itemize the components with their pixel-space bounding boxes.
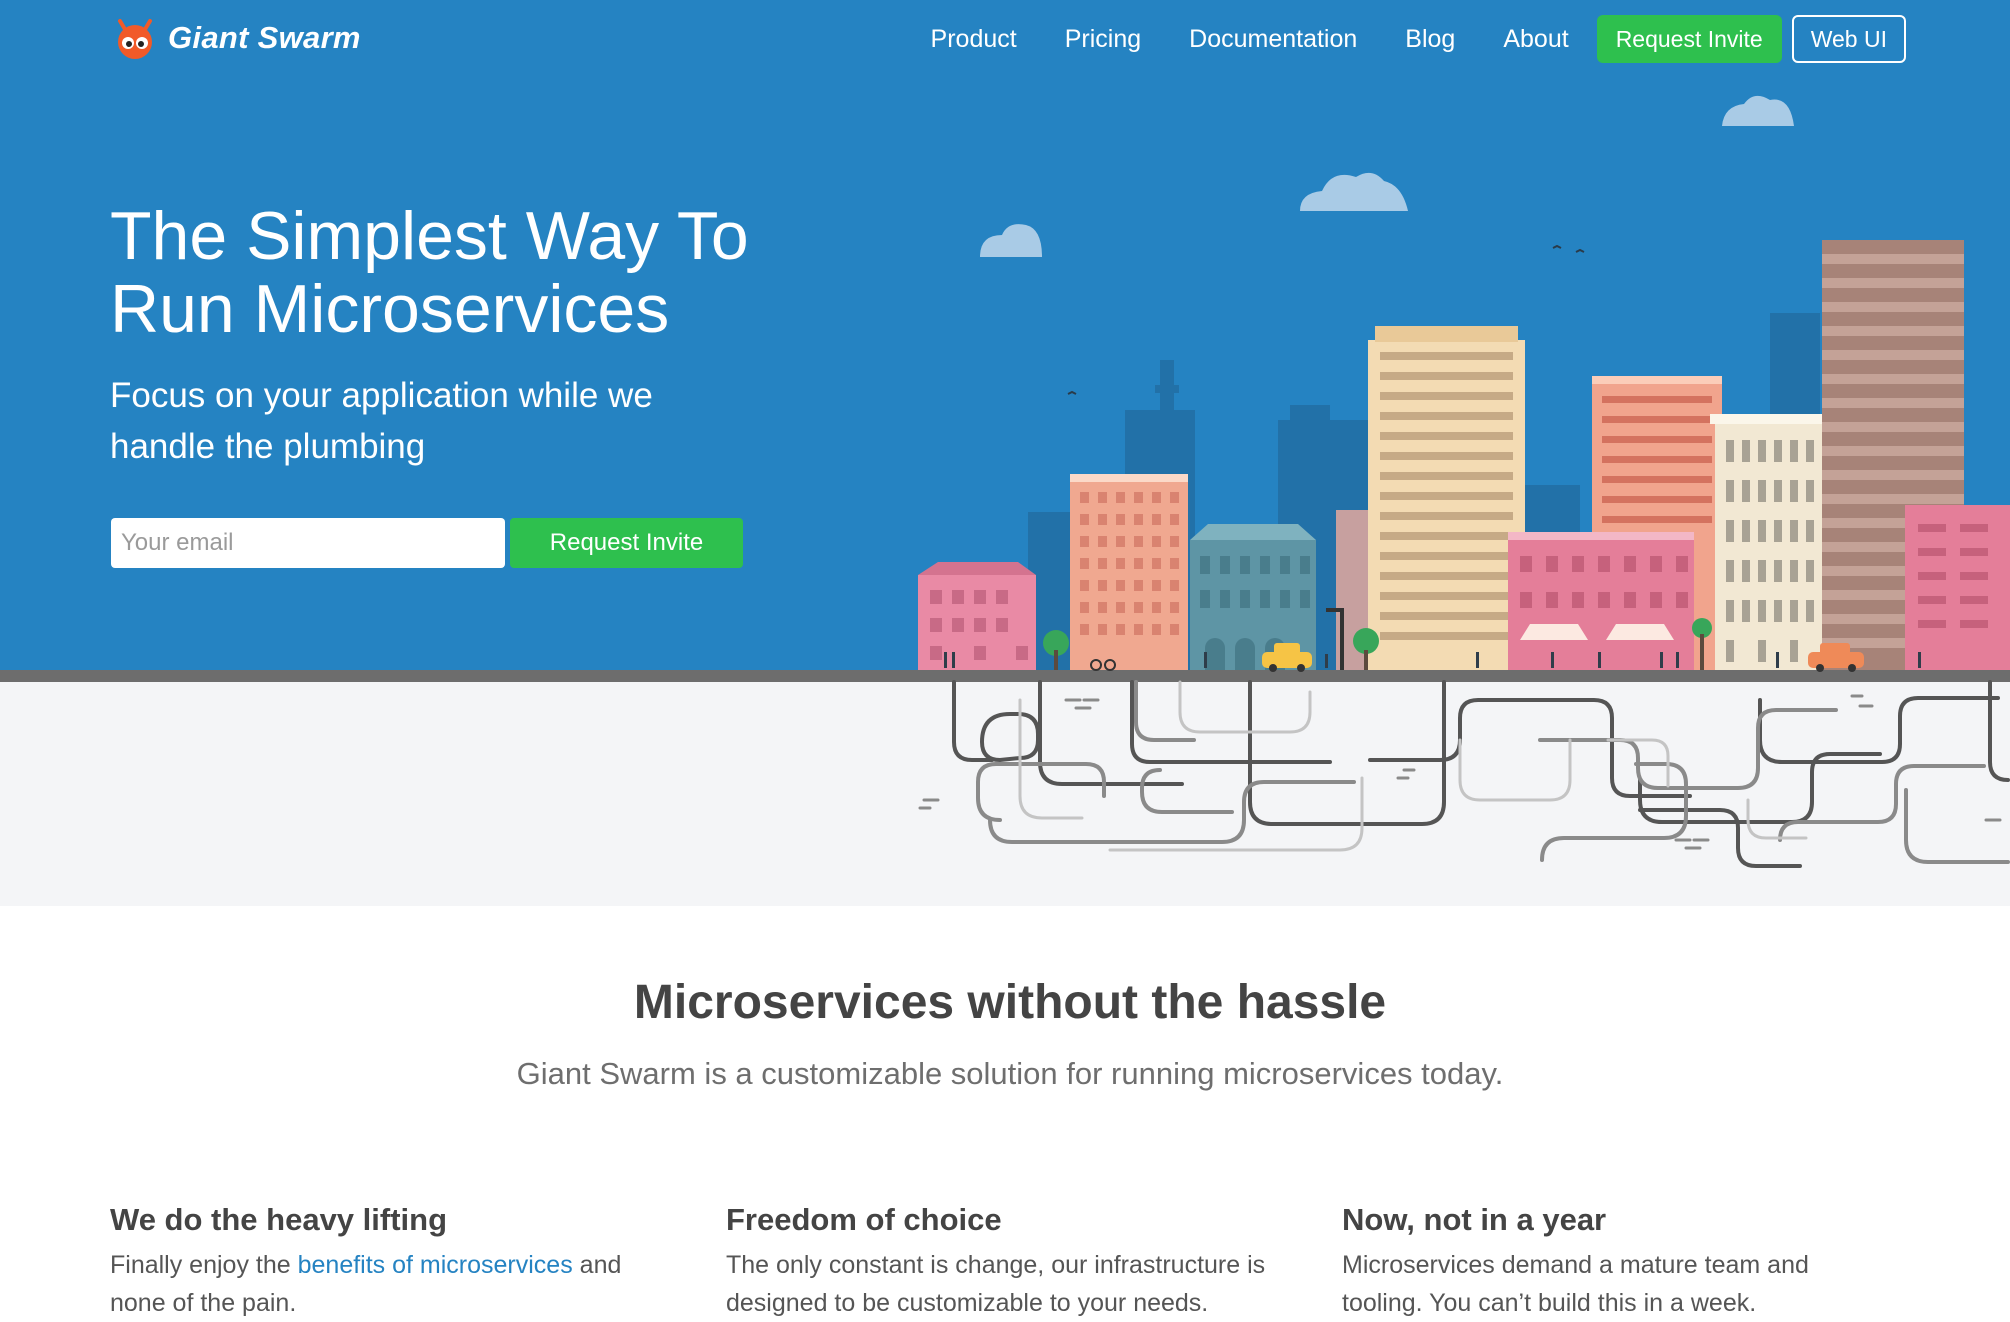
feature-title: Freedom of choice bbox=[726, 1202, 1002, 1237]
feature-now-not-in-a-year: Now, not in a year Microservices demand … bbox=[1342, 1202, 1882, 1322]
section-subtitle: Giant Swarm is a customizable solution f… bbox=[516, 1056, 1504, 1091]
main-nav: Product Pricing Documentation Blog About… bbox=[883, 14, 1906, 64]
hero-request-invite-button[interactable]: Request Invite bbox=[510, 518, 743, 568]
feature-title: Now, not in a year bbox=[1342, 1202, 1607, 1237]
nav-product[interactable]: Product bbox=[931, 25, 1017, 54]
feature-freedom-of-choice: Freedom of choice The only constant is c… bbox=[726, 1202, 1266, 1322]
feature-heavy-lifting: We do the heavy lifting Finally enjoy th… bbox=[110, 1202, 650, 1322]
feature-text: The only constant is change, our infrast… bbox=[726, 1251, 1266, 1317]
feature-text-part: Finally enjoy the bbox=[110, 1251, 298, 1279]
benefits-of-microservices-link[interactable]: benefits of microservices bbox=[298, 1251, 573, 1279]
nav-request-invite-button[interactable]: Request Invite bbox=[1596, 15, 1782, 63]
section-title: Microservices without the hassle bbox=[633, 976, 1387, 1029]
nav-web-ui-button[interactable]: Web UI bbox=[1791, 15, 1906, 63]
feature-text: Finally enjoy the benefits of microservi… bbox=[110, 1246, 650, 1322]
nav-documentation[interactable]: Documentation bbox=[1189, 25, 1357, 54]
ant-mascot-icon bbox=[118, 19, 152, 59]
nav-pricing[interactable]: Pricing bbox=[1065, 25, 1141, 54]
feature-title: We do the heavy lifting bbox=[110, 1202, 448, 1237]
brand-logo[interactable]: Giant Swarm bbox=[112, 14, 361, 62]
nav-about[interactable]: About bbox=[1503, 25, 1568, 54]
feature-text: Microservices demand a mature team and t… bbox=[1342, 1251, 1809, 1317]
nav-blog[interactable]: Blog bbox=[1405, 25, 1455, 54]
email-input[interactable] bbox=[111, 518, 505, 568]
brand-name: Giant Swarm bbox=[168, 20, 361, 55]
hero-subtitle: Focus on your application while we handl… bbox=[110, 376, 653, 466]
hero-title: The Simplest Way To Run Microservices bbox=[110, 198, 749, 347]
